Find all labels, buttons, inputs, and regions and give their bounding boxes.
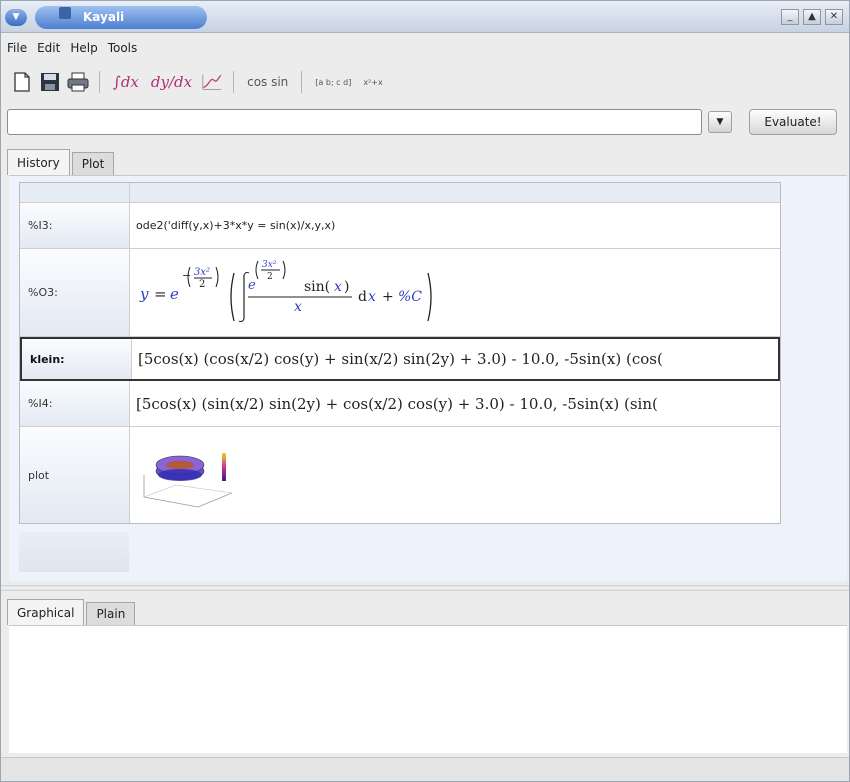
- output-tabs: Graphical Plain: [7, 599, 137, 625]
- save-icon[interactable]: [39, 71, 61, 93]
- history-row[interactable]: plot: [20, 427, 780, 523]
- history-header-label: [20, 183, 130, 202]
- svg-text:d: d: [358, 289, 367, 305]
- print-icon[interactable]: [67, 71, 89, 93]
- toolbar-separator: [301, 71, 303, 93]
- toolbar-separator: [99, 71, 100, 93]
- svg-text:sin(: sin(: [304, 279, 330, 295]
- maximize-button[interactable]: ▲: [803, 9, 821, 25]
- history-row[interactable]: %O3: y = e − 3x² 2 e 3x² 2 sin(x) x d …: [20, 249, 780, 337]
- svg-text:2: 2: [199, 279, 205, 290]
- history-row-label: %O3:: [20, 249, 130, 336]
- toolbar: ∫dx dy/dx cos sin [a b; c d] x²+x: [1, 67, 849, 97]
- svg-text:%C: %C: [398, 289, 422, 305]
- title-bar: ▼ Kayali _ ▲ ✕: [1, 1, 849, 33]
- trig-simplify-button[interactable]: cos sin: [244, 75, 291, 89]
- history-empty-label-column: [19, 532, 129, 572]
- svg-text:e: e: [170, 285, 179, 303]
- tab-plain[interactable]: Plain: [86, 602, 136, 625]
- menu-help[interactable]: Help: [70, 41, 97, 55]
- svg-text:3x²: 3x²: [194, 267, 210, 278]
- plot-thumbnail-cell: [130, 427, 780, 523]
- history-row-output-math: y = e − 3x² 2 e 3x² 2 sin(x) x d x + %…: [130, 249, 780, 336]
- evaluate-button[interactable]: Evaluate!: [749, 109, 837, 135]
- history-row[interactable]: %I3: ode2('diff(y,x)+3*x*y = sin(x)/x,y,…: [20, 203, 780, 249]
- matrix-button[interactable]: [a b; c d]: [312, 78, 354, 87]
- menu-file[interactable]: File: [7, 41, 27, 55]
- window-title: Kayali: [83, 10, 125, 24]
- history-row-label: klein:: [22, 339, 132, 379]
- toolbar-separator: [233, 71, 235, 93]
- main-tabs: History Plot: [7, 149, 116, 175]
- history-row-selected[interactable]: klein: [5cos(x) (cos(x/2) cos(y) + sin(x…: [20, 337, 780, 381]
- 3d-plot-thumbnail[interactable]: [136, 435, 246, 515]
- menu-bar: File Edit Help Tools: [1, 33, 849, 63]
- svg-text:x: x: [368, 289, 376, 305]
- minimize-button[interactable]: _: [781, 9, 799, 25]
- plot-curve-icon[interactable]: [201, 71, 223, 93]
- svg-text:x: x: [294, 299, 302, 315]
- tab-plot[interactable]: Plot: [71, 152, 115, 175]
- svg-text:): ): [344, 279, 349, 295]
- history-row-output-math: [5cos(x) (cos(x/2) cos(y) + sin(x/2) sin…: [138, 350, 663, 368]
- svg-text:3x²: 3x²: [262, 260, 277, 270]
- command-row: ▼ Evaluate!: [1, 105, 849, 139]
- polynomial-button[interactable]: x²+x: [360, 78, 385, 87]
- pane-splitter[interactable]: [1, 585, 849, 591]
- app-window: ▼ Kayali _ ▲ ✕ File Edit Help Tools ∫dx …: [0, 0, 850, 782]
- history-header-content: [130, 183, 780, 202]
- tab-graphical[interactable]: Graphical: [7, 599, 85, 625]
- status-bar: [1, 757, 849, 781]
- new-file-icon[interactable]: [11, 71, 33, 93]
- svg-text:−: −: [182, 269, 191, 282]
- differentiate-button[interactable]: dy/dx: [148, 73, 195, 91]
- history-header-row: [20, 183, 780, 203]
- svg-text:2: 2: [267, 272, 273, 282]
- svg-text:e: e: [248, 278, 256, 293]
- math-formula-o3: y = e − 3x² 2 e 3x² 2 sin(x) x d x + %…: [139, 260, 432, 322]
- chevron-down-icon: ▼: [716, 117, 724, 127]
- history-row-label: %I4:: [20, 381, 130, 426]
- menu-tools[interactable]: Tools: [108, 41, 138, 55]
- menu-edit[interactable]: Edit: [37, 41, 60, 55]
- svg-text:y: y: [139, 285, 149, 303]
- close-button[interactable]: ✕: [825, 9, 843, 25]
- history-dropdown-button[interactable]: ▼: [708, 111, 732, 133]
- command-input[interactable]: [7, 109, 702, 135]
- tab-history[interactable]: History: [7, 149, 70, 175]
- output-pane[interactable]: [9, 625, 847, 753]
- svg-text:x: x: [334, 279, 342, 295]
- history-pane: %I3: ode2('diff(y,x)+3*x*y = sin(x)/x,y,…: [9, 175, 847, 581]
- history-row-label: plot: [20, 427, 130, 523]
- history-row-input: ode2('diff(y,x)+3*x*y = sin(x)/x,y,x): [136, 219, 336, 232]
- history-row-label: %I3:: [20, 203, 130, 248]
- app-icon: [59, 7, 71, 19]
- svg-text:+: +: [382, 289, 394, 305]
- history-row-output-math: [5cos(x) (sin(x/2) sin(2y) + cos(x/2) co…: [136, 394, 658, 413]
- svg-text:=: =: [154, 285, 167, 303]
- history-table: %I3: ode2('diff(y,x)+3*x*y = sin(x)/x,y,…: [19, 182, 781, 524]
- integrate-button[interactable]: ∫dx: [110, 73, 142, 91]
- history-row[interactable]: %I4: [5cos(x) (sin(x/2) sin(2y) + cos(x/…: [20, 381, 780, 427]
- window-menu-button[interactable]: ▼: [5, 9, 27, 26]
